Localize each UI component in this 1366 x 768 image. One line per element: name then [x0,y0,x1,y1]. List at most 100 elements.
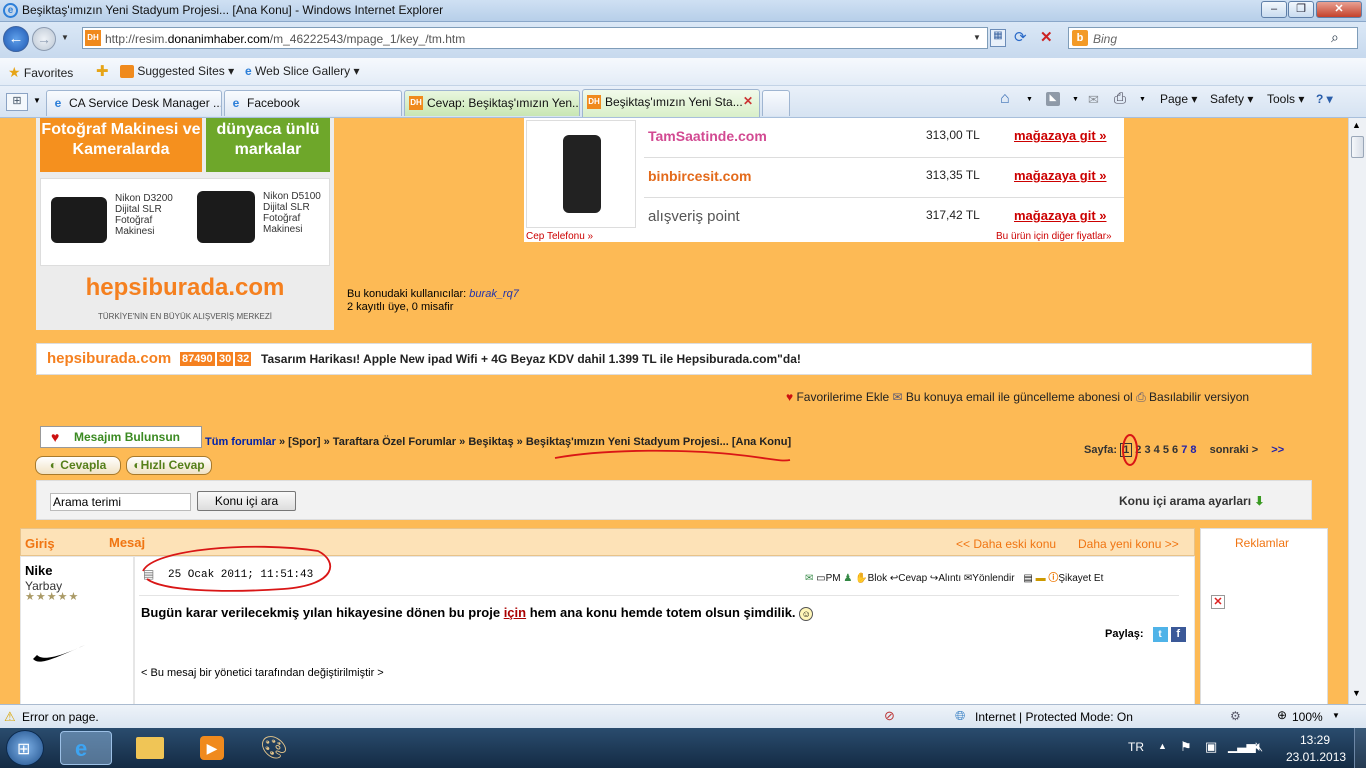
reply-button[interactable]: ◐ Cevapla [35,456,121,475]
scroll-thumb[interactable] [1351,136,1364,158]
report-link[interactable]: Şikayet Et [1058,573,1103,584]
block-link[interactable]: Blok [868,573,887,584]
show-desktop-button[interactable] [1354,728,1366,768]
search-field[interactable]: b Bing ⌕ [1068,27,1358,49]
safety-menu[interactable]: Safety ▾ [1210,92,1253,106]
search-settings[interactable]: Konu içi arama ayarları ⬇ [1119,494,1264,508]
scroll-up-icon[interactable]: ▲ [1352,120,1361,130]
category-link[interactable]: Cep Telefonu » [526,231,593,242]
email-subscribe-link[interactable]: Bu konuya email ile güncelleme abonesi o… [906,390,1133,404]
print-icon[interactable]: ⎙ [1114,90,1126,107]
twitter-icon[interactable]: t [1152,627,1168,642]
refresh-icon[interactable]: ⟳ [1014,28,1027,46]
forward-icon[interactable]: → [32,27,56,51]
privacy-icon[interactable]: ⊘ [884,708,895,724]
doc-icon[interactable]: ▤ [1023,573,1032,584]
new-tab-button[interactable] [762,90,790,116]
close-window-button[interactable]: ✕ [1316,1,1362,18]
network-signal-icon[interactable]: ▁▃▅ [1228,739,1256,753]
clock-date[interactable]: 23.01.2013 [1286,750,1346,764]
feeds-icon[interactable]: ◣ [1046,92,1060,106]
mail-icon[interactable]: ✉ [1088,92,1099,108]
history-dropdown-icon[interactable]: ▼ [61,33,69,42]
other-prices-link[interactable]: Bu ürün için diğer fiyatlar» [996,231,1112,242]
older-topic-link[interactable]: << Daha eski konu [956,537,1056,551]
minimize-button[interactable]: – [1261,1,1287,18]
suggested-sites-button[interactable]: Suggested Sites ▾ [120,64,234,79]
clock-time[interactable]: 13:29 [1300,733,1330,747]
printable-link[interactable]: Basılabilir versiyon [1149,390,1249,404]
show-hidden-icons[interactable]: ▲ [1158,741,1167,751]
page-link[interactable]: 5 [1163,444,1169,456]
user-link[interactable]: burak_rq7 [469,288,519,300]
mesajim-bulunsun-button[interactable]: ♥ Mesajım Bulunsun [40,426,202,448]
quick-reply-button[interactable]: ◐Hızlı Cevap [126,456,212,475]
compatibility-view-icon[interactable]: ▦ [990,29,1006,47]
page-link[interactable]: 3 [1144,444,1150,456]
hepsiburada-banner[interactable]: hepsiburada.com 87490 30 32 Tasarım Hari… [36,343,1312,375]
add-friend-icon[interactable]: ♟ [843,573,852,584]
vertical-scrollbar[interactable]: ▲ ▼ [1348,118,1366,704]
add-favorites-link[interactable]: Favorilerime Ekle [796,390,889,404]
search-term-input[interactable] [50,493,191,511]
stop-icon[interactable]: ✕ [1040,28,1053,46]
taskbar-explorer[interactable] [124,731,176,765]
camera-ad[interactable]: Fotoğraf Makinesi ve Kameralarda dünyaca… [36,118,334,330]
address-field[interactable]: DH http://resim.donanimhaber.com/m_46222… [82,27,988,49]
page-link[interactable]: 4 [1154,444,1160,456]
search-icon[interactable]: ⌕ [1331,29,1339,46]
home-icon[interactable]: ⌂ [1000,90,1010,108]
status-left-text[interactable]: Error on page. [22,710,99,724]
taskbar-ie[interactable]: e [60,731,112,765]
page-link[interactable]: 8 [1190,444,1196,456]
tab-list-dropdown-icon[interactable]: ▼ [33,96,41,105]
web-slice-gallery-button[interactable]: e Web Slice Gallery ▾ [245,64,360,78]
pm-link[interactable]: PM [826,573,841,584]
facebook-icon[interactable]: f [1170,627,1186,642]
breadcrumb-link[interactable]: Beşiktaş [468,436,513,448]
envelope-icon[interactable]: ✉ [805,573,813,584]
protected-mode-icon[interactable]: ⚙ [1230,709,1241,723]
add-favorite-icon[interactable]: ✚ [96,62,109,80]
tab-ca-service-desk[interactable]: e CA Service Desk Manager ... [46,90,222,116]
quick-tabs-icon[interactable]: ⊞ [6,93,28,111]
post-author[interactable]: Nike [25,563,52,578]
favorites-button[interactable]: ★ Favorites [8,64,73,81]
taskbar-paint[interactable]: 🎨︎ [248,731,300,765]
reply-link[interactable]: Cevap [898,573,927,584]
device-icon[interactable]: ▣ [1205,739,1217,755]
tab-facebook[interactable]: e Facebook [224,90,402,116]
zoom-icon[interactable]: ⊕ [1277,708,1287,722]
address-dropdown-icon[interactable]: ▼ [973,33,981,42]
language-indicator[interactable]: TR [1128,740,1144,754]
taskbar-media-player[interactable]: ▶ [186,731,238,765]
folder-icon[interactable]: ▬ [1036,573,1046,584]
action-center-icon[interactable]: ⚑ [1180,739,1192,755]
scroll-down-icon[interactable]: ▼ [1352,688,1361,698]
store-link[interactable]: mağazaya git » [1014,208,1107,223]
page-link[interactable]: 6 [1172,444,1178,456]
page-link[interactable]: 7 [1181,444,1187,456]
maximize-button[interactable]: ❐ [1288,1,1314,18]
newer-topic-link[interactable]: Daha yeni konu >> [1078,537,1179,551]
zoom-dropdown-icon[interactable]: ▼ [1332,711,1340,720]
help-menu[interactable]: ? ▾ [1316,92,1333,106]
next-page-link[interactable]: sonraki > [1210,444,1259,456]
back-icon[interactable]: ← [3,26,29,52]
breadcrumb-link[interactable]: Tüm forumlar [205,436,276,448]
tab-besiktas-stadyum[interactable]: DH Beşiktaş'ımızın Yeni Sta... ✕ [582,89,760,117]
breadcrumb-link[interactable]: [Spor] [288,436,320,448]
topic-search-button[interactable]: Konu içi ara [197,491,296,511]
volume-muted-icon[interactable]: 🔇︎ [1255,739,1263,755]
zone-text[interactable]: Internet | Protected Mode: On [975,710,1133,724]
last-page-link[interactable]: >> [1271,444,1284,456]
error-warning-icon[interactable]: ⚠ [4,709,16,725]
print-dropdown-icon[interactable]: ▼ [1139,96,1146,103]
breadcrumb-link[interactable]: Taraftara Özel Forumlar [333,436,456,448]
forward-link[interactable]: Yönlendir [972,573,1014,584]
close-tab-icon[interactable]: ✕ [743,94,753,108]
post-body-link[interactable]: için [504,605,526,620]
feeds-dropdown-icon[interactable]: ▼ [1072,96,1079,103]
store-link[interactable]: mağazaya git » [1014,128,1107,143]
tools-menu[interactable]: Tools ▾ [1267,92,1304,106]
